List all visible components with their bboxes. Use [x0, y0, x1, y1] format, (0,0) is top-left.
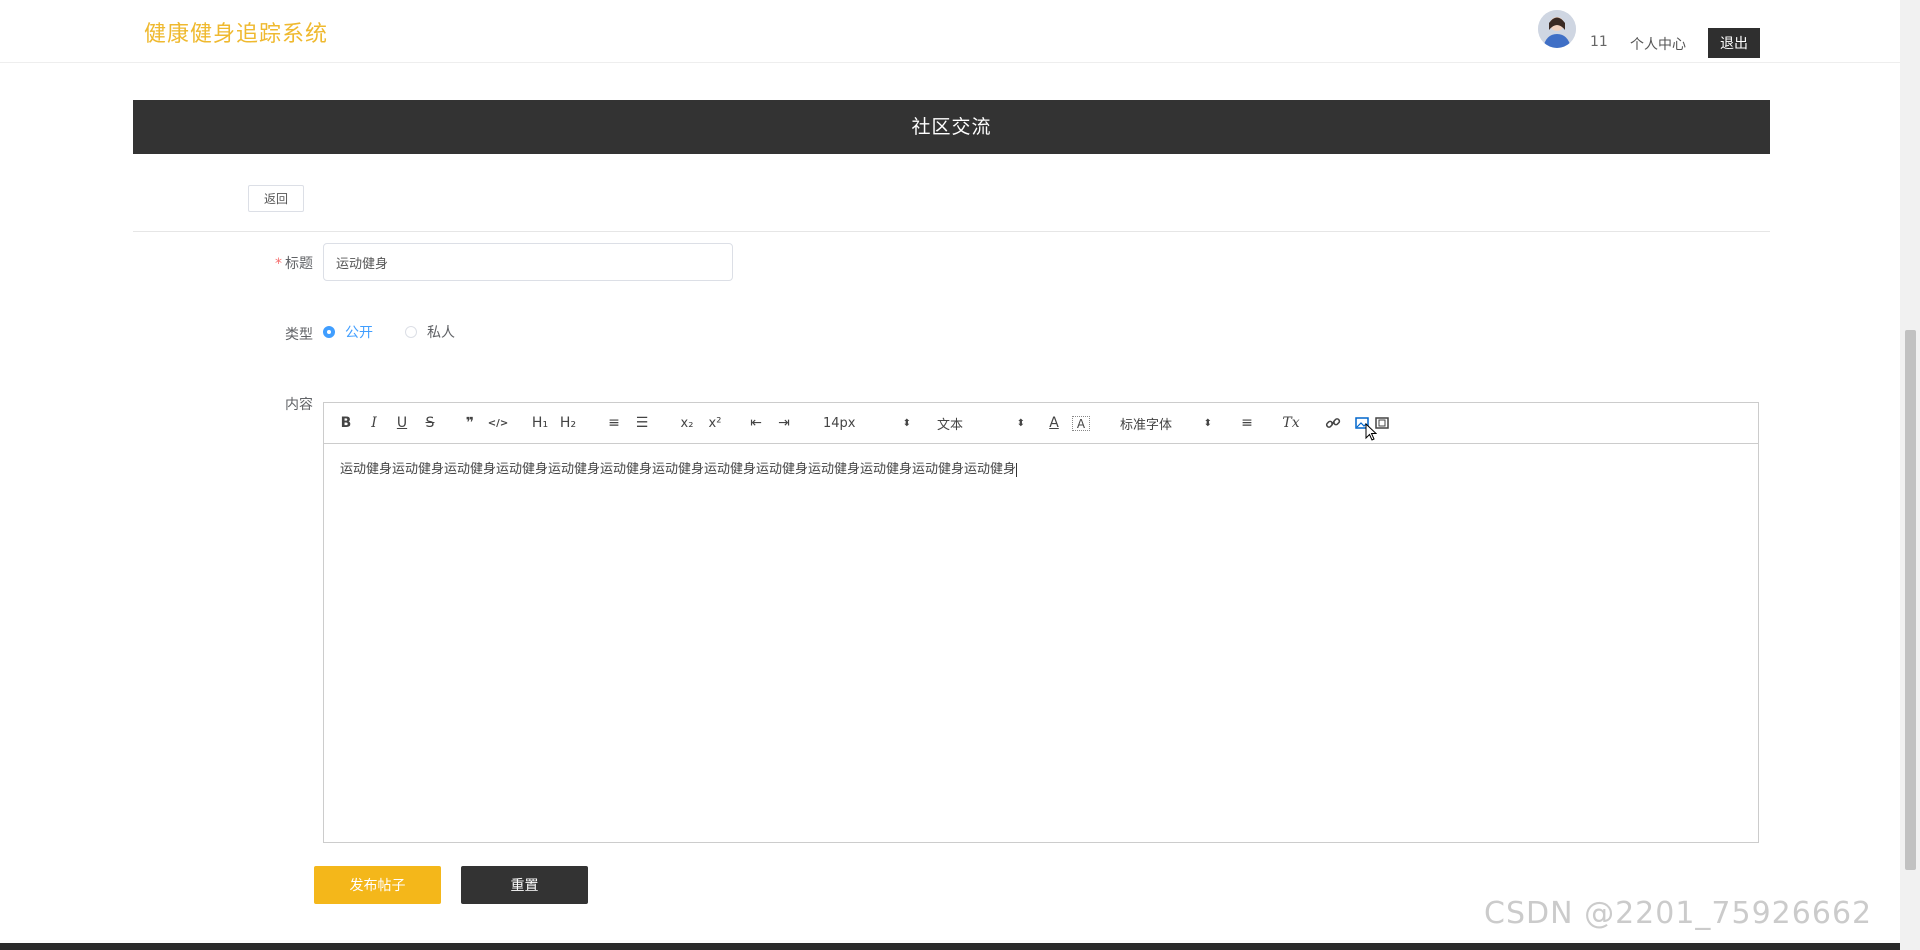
header-picker-value: 文本: [937, 417, 964, 433]
radio-private-label[interactable]: 私人: [427, 322, 455, 342]
editor-text: 运动健身运动健身运动健身运动健身运动健身运动健身运动健身运动健身运动健身运动健身…: [340, 462, 1017, 477]
radio-public-dot[interactable]: [323, 326, 335, 338]
align-button[interactable]: ≡: [1239, 413, 1255, 433]
publish-button[interactable]: 发布帖子: [314, 866, 441, 904]
ordered-list-button[interactable]: ≡: [606, 413, 622, 433]
font-family-picker[interactable]: 标准字体 ⬍: [1120, 413, 1212, 433]
mouse-pointer-icon: [1365, 423, 1377, 441]
logout-button[interactable]: 退出: [1708, 28, 1760, 58]
background-color-icon[interactable]: A: [1072, 416, 1090, 431]
outdent-button[interactable]: ⇤: [748, 413, 764, 433]
text-color-icon[interactable]: A: [1046, 413, 1062, 433]
content-label: 内容: [285, 397, 313, 413]
text-caret: [1016, 462, 1018, 477]
font-size-value: 14px: [823, 415, 856, 431]
blockquote-button[interactable]: ❞: [462, 413, 478, 433]
top-navbar: 健康健身追踪系统 11 个人中心 退出: [0, 0, 1900, 63]
rich-text-editor: B I U S ❞ </> H₁ H₂ ≡ ☰ x₂ x² ⇤ ⇥ 14px ⬍…: [323, 402, 1759, 843]
brand-title[interactable]: 健康健身追踪系统: [144, 16, 328, 48]
superscript-button[interactable]: x²: [705, 413, 725, 433]
user-avatar[interactable]: [1538, 10, 1576, 48]
title-input[interactable]: [323, 243, 733, 281]
header-1-button[interactable]: H₁: [530, 413, 550, 433]
subscript-button[interactable]: x₂: [677, 413, 697, 433]
bullet-list-button[interactable]: ☰: [634, 413, 650, 433]
page-banner: 社区交流: [133, 100, 1770, 154]
chevron-updown-icon: ⬍: [1016, 417, 1025, 429]
italic-button[interactable]: I: [366, 413, 382, 433]
clean-format-button[interactable]: Tx: [1282, 413, 1300, 433]
profile-link[interactable]: 个人中心: [1630, 34, 1686, 54]
underline-button[interactable]: U: [394, 413, 410, 433]
radio-private-dot[interactable]: [405, 326, 417, 338]
divider: [133, 231, 1770, 232]
scrollbar-thumb[interactable]: [1905, 330, 1916, 870]
link-icon[interactable]: [1324, 413, 1342, 433]
title-label-text: 标题: [285, 256, 313, 272]
back-button[interactable]: 返回: [248, 185, 304, 212]
font-family-value: 标准字体: [1120, 417, 1173, 433]
radio-private[interactable]: 私人: [405, 322, 455, 342]
watermark-text: CSDN @2201_75926662: [1484, 896, 1873, 931]
font-size-picker[interactable]: 14px ⬍: [823, 413, 911, 433]
username-text: 11: [1590, 34, 1608, 50]
bold-button[interactable]: B: [338, 413, 354, 433]
header-2-button[interactable]: H₂: [558, 413, 578, 433]
footer-bar: [0, 943, 1900, 950]
indent-button[interactable]: ⇥: [776, 413, 792, 433]
type-label: 类型: [285, 327, 313, 343]
radio-public-label[interactable]: 公开: [345, 322, 373, 342]
strike-button[interactable]: S: [422, 413, 438, 433]
editor-toolbar: B I U S ❞ </> H₁ H₂ ≡ ☰ x₂ x² ⇤ ⇥ 14px ⬍…: [324, 403, 1758, 444]
chevron-updown-icon: ⬍: [902, 417, 911, 429]
page-title: 社区交流: [911, 116, 992, 138]
chevron-updown-icon: ⬍: [1203, 417, 1212, 429]
editor-content[interactable]: 运动健身运动健身运动健身运动健身运动健身运动健身运动健身运动健身运动健身运动健身…: [340, 458, 1018, 477]
radio-public[interactable]: 公开: [323, 322, 373, 342]
code-block-button[interactable]: </>: [488, 413, 508, 433]
header-picker[interactable]: 文本 ⬍: [937, 413, 1025, 433]
title-label: * 标题: [233, 253, 313, 273]
required-mark: *: [275, 256, 282, 272]
reset-button[interactable]: 重置: [461, 866, 588, 904]
